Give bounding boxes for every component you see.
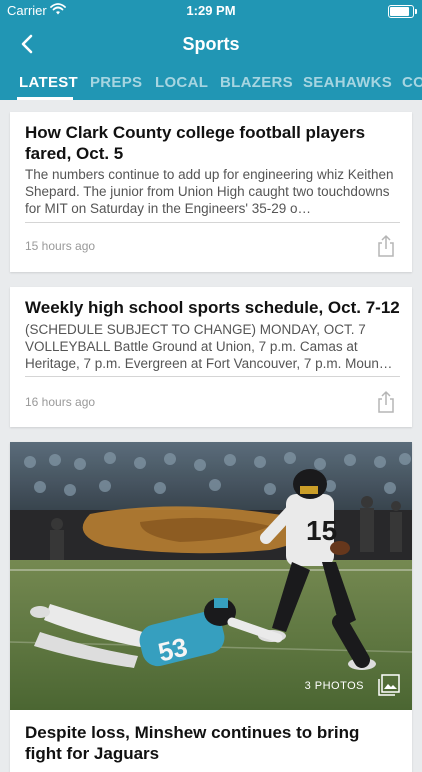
share-icon — [378, 235, 394, 257]
active-tab-indicator — [17, 97, 73, 100]
app-header: Carrier 1:29 PM Sports LATEST PREPS LOCA… — [0, 0, 422, 100]
divider — [25, 222, 400, 223]
battery-icon — [388, 5, 417, 18]
article-summary: The numbers continue to add up for engin… — [25, 167, 394, 216]
article-summary: (SCHEDULE SUBJECT TO CHANGE) MONDAY, OCT… — [25, 322, 393, 371]
article-time: 16 hours ago — [25, 395, 96, 409]
tab-local[interactable]: LOCAL — [155, 74, 208, 91]
tab-seahawks[interactable]: SEAHAWKS — [303, 74, 392, 91]
battery-level — [390, 7, 409, 16]
article-title[interactable]: Weekly high school sports schedule, Oct.… — [25, 297, 400, 318]
page-title: Sports — [182, 34, 240, 54]
article-card[interactable]: Weekly high school sports schedule, Oct.… — [10, 287, 412, 427]
article-photo[interactable]: 15 53 3 PHOTOS — [10, 442, 412, 710]
photo-count: 3 PHOTOS — [304, 680, 364, 692]
divider — [25, 376, 400, 377]
article-time: 15 hours ago — [25, 239, 96, 253]
status-bar: Carrier 1:29 PM — [0, 0, 422, 22]
article-title[interactable]: Despite loss, Minshew continues to bring… — [25, 722, 400, 764]
article-title[interactable]: How Clark County college football player… — [25, 122, 400, 164]
status-time: 1:29 PM — [186, 3, 236, 18]
tab-preps[interactable]: PREPS — [90, 74, 142, 91]
section-tabs: LATEST PREPS LOCAL BLAZERS SEAHAWKS CO — [0, 66, 422, 100]
share-button[interactable] — [374, 234, 398, 258]
nav-bar: Sports — [0, 22, 422, 66]
photo-gallery-icon[interactable] — [378, 674, 400, 696]
share-button[interactable] — [374, 390, 398, 414]
tab-latest[interactable]: LATEST — [19, 74, 78, 91]
article-card[interactable]: 15 53 3 PHOTOS Despite loss, Minshew con… — [10, 442, 412, 772]
article-card[interactable]: How Clark County college football player… — [10, 112, 412, 272]
tab-blazers[interactable]: BLAZERS — [220, 74, 293, 91]
football-photo: 15 53 — [10, 442, 412, 710]
share-icon — [378, 391, 394, 413]
tab-co[interactable]: CO — [402, 74, 422, 91]
